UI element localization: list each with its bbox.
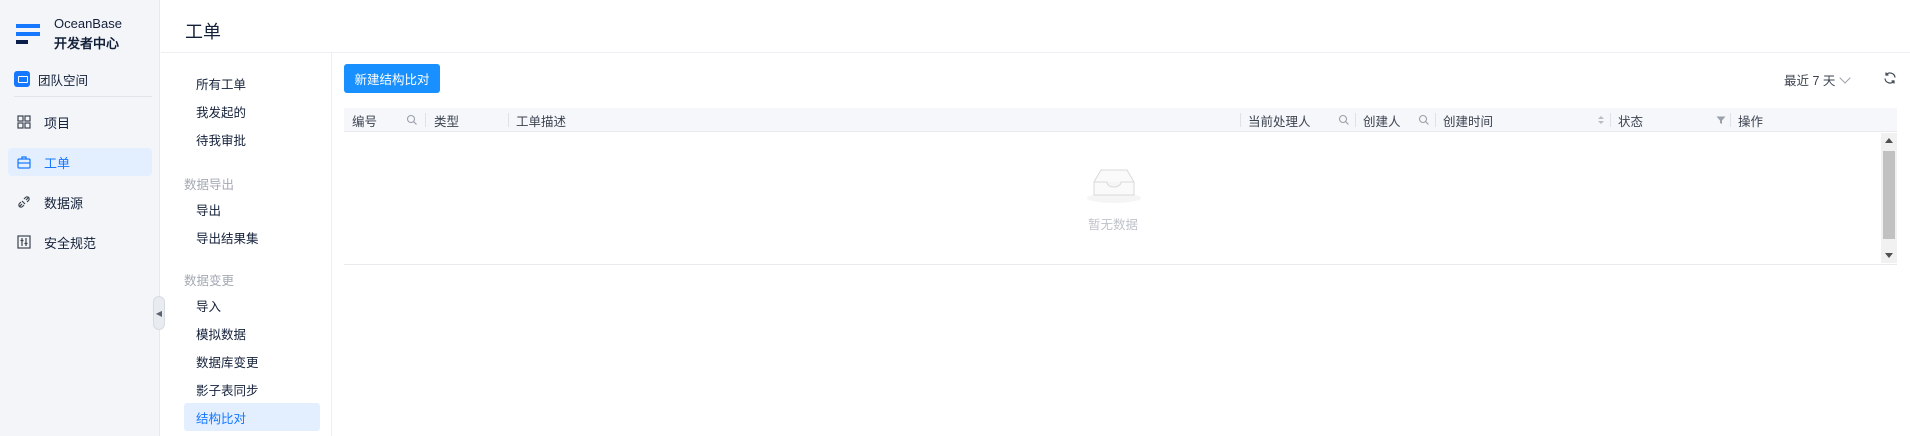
nav-item-label: 数据源 xyxy=(44,195,84,211)
briefcase-icon xyxy=(17,156,31,169)
submenu-item-mock-data[interactable]: 模拟数据 xyxy=(184,319,320,347)
time-range-select[interactable]: 最近 7 天 xyxy=(1784,70,1852,89)
table-header: 编号 类型 工单描述 当前处理人 创建人 创建时间 状态 操作 xyxy=(344,108,1897,132)
nav-item-datasource[interactable]: 数据源 xyxy=(8,188,152,216)
column-label: 类型 xyxy=(434,114,460,129)
submenu-item-label: 导出结果集 xyxy=(196,231,259,246)
submenu-item-initiated[interactable]: 我发起的 xyxy=(184,97,320,125)
submenu-item-label: 导入 xyxy=(196,299,222,314)
brand-name: OceanBase xyxy=(54,16,122,31)
submenu-item-shadow-table-sync[interactable]: 影子表同步 xyxy=(184,375,320,403)
team-space-icon xyxy=(14,71,30,87)
column-label: 工单描述 xyxy=(516,114,567,129)
nav-item-security-rules[interactable]: 安全规范 xyxy=(8,228,152,256)
header-divider xyxy=(161,52,1910,53)
submenu-item-pending-approval[interactable]: 待我审批 xyxy=(184,125,320,153)
column-label: 创建时间 xyxy=(1443,114,1494,129)
submenu-item-label: 所有工单 xyxy=(196,77,247,92)
scroll-down-arrow-icon[interactable] xyxy=(1885,253,1893,258)
chevron-down-icon xyxy=(1839,71,1852,84)
ticket-submenu: 所有工单 我发起的 待我审批 数据导出 导出 导出结果集 数据变更 导入 模拟数… xyxy=(161,53,332,436)
nav-item-tickets[interactable]: 工单 xyxy=(8,148,152,176)
nav-item-project[interactable]: 项目 xyxy=(8,108,152,136)
column-header-created-time: 创建时间 xyxy=(1435,108,1610,132)
submenu-item-export[interactable]: 导出 xyxy=(184,195,320,223)
nav-item-label: 项目 xyxy=(44,115,71,131)
refresh-icon[interactable] xyxy=(1883,71,1897,85)
scrollbar-thumb[interactable] xyxy=(1883,151,1895,239)
oceanbase-logo-icon xyxy=(16,22,40,46)
time-range-value: 最近 7 天 xyxy=(1784,74,1836,88)
column-header-type: 类型 xyxy=(426,108,508,132)
submenu-item-all-tickets[interactable]: 所有工单 xyxy=(184,69,320,97)
global-sidebar: OceanBase 开发者中心 团队空间 项目 工单 数据源 安全规范 ◀ xyxy=(0,0,165,436)
grid-icon xyxy=(17,115,31,129)
submenu-item-label: 模拟数据 xyxy=(196,327,247,342)
column-label: 操作 xyxy=(1738,114,1764,129)
sort-icon[interactable] xyxy=(1595,114,1607,126)
scroll-up-arrow-icon[interactable] xyxy=(1885,138,1893,143)
submenu-item-database-change[interactable]: 数据库变更 xyxy=(184,347,320,375)
search-icon[interactable] xyxy=(1338,114,1350,126)
submenu-group-title: 数据变更 xyxy=(184,274,235,288)
brand[interactable]: OceanBase 开发者中心 xyxy=(16,14,122,54)
brand-subtitle: 开发者中心 xyxy=(54,36,120,51)
submenu-item-label: 我发起的 xyxy=(196,105,247,120)
column-label: 创建人 xyxy=(1363,114,1401,129)
column-header-status: 状态 xyxy=(1610,108,1730,132)
submenu-group-title: 数据导出 xyxy=(184,178,235,192)
plug-icon xyxy=(18,196,30,208)
nav-item-label: 安全规范 xyxy=(44,235,97,251)
team-space-label: 团队空间 xyxy=(38,73,89,88)
filter-icon[interactable] xyxy=(1715,114,1727,126)
table-scrollbar[interactable] xyxy=(1881,133,1897,263)
submenu-item-label: 待我审批 xyxy=(196,133,247,148)
nav-item-label: 工单 xyxy=(44,155,71,171)
submenu-item-label: 结构比对 xyxy=(196,411,247,426)
empty-inbox-icon xyxy=(1087,169,1141,203)
submenu-item-label: 导出 xyxy=(196,203,222,218)
column-label: 编号 xyxy=(352,114,378,129)
search-icon[interactable] xyxy=(406,114,418,126)
create-structure-compare-button[interactable]: 新建结构比对 xyxy=(344,64,440,93)
column-label: 当前处理人 xyxy=(1248,114,1311,129)
submenu-item-label: 数据库变更 xyxy=(196,355,259,370)
submenu-item-label: 影子表同步 xyxy=(196,383,259,398)
search-icon[interactable] xyxy=(1418,114,1430,126)
column-label: 状态 xyxy=(1618,114,1644,129)
empty-state-text: 暂无数据 xyxy=(1087,218,1138,232)
nav-divider xyxy=(14,96,152,97)
page-title: 工单 xyxy=(185,22,221,42)
column-header-actions: 操作 xyxy=(1730,108,1897,132)
submenu-item-structure-compare[interactable]: 结构比对 xyxy=(184,403,320,431)
column-header-description: 工单描述 xyxy=(508,108,1254,132)
rules-icon xyxy=(17,235,31,249)
submenu-item-export-resultset[interactable]: 导出结果集 xyxy=(184,223,320,251)
team-space-switcher[interactable]: 团队空间 xyxy=(14,68,152,90)
submenu-item-import[interactable]: 导入 xyxy=(184,291,320,319)
